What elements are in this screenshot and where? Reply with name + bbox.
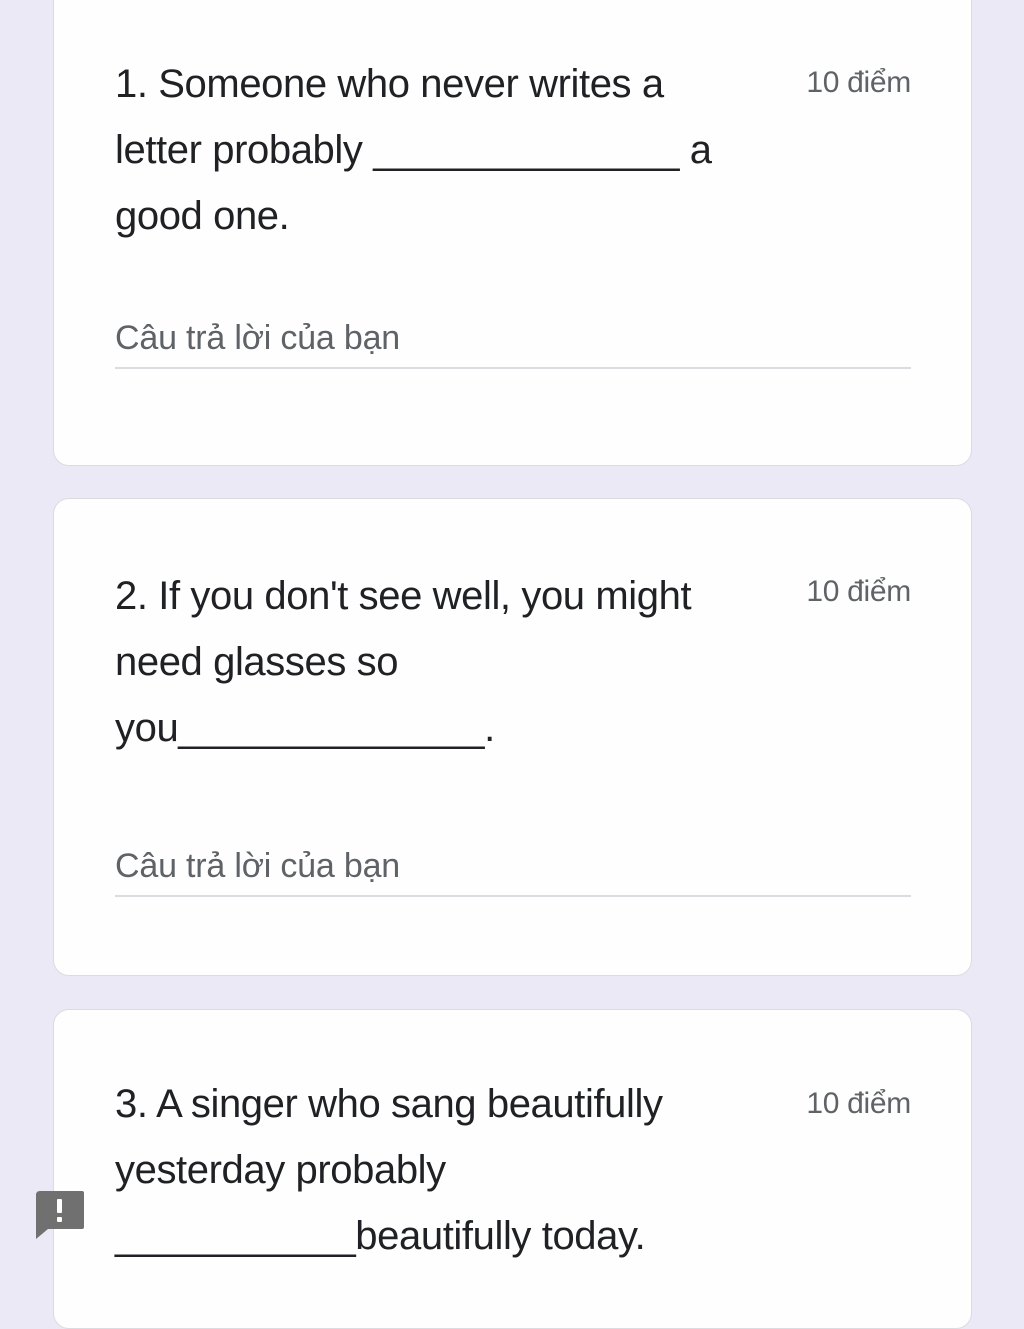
question-text: 1. Someone who never writes a letter pro… — [115, 51, 775, 249]
question-line: need glasses so — [115, 640, 399, 684]
answer-input[interactable]: Câu trả lời của bạn — [115, 843, 911, 897]
report-problem-button[interactable] — [34, 1189, 86, 1241]
points-label: 10 điểm — [806, 1087, 911, 1120]
points-label: 10 điểm — [806, 66, 911, 99]
question-line: 2. If you don't see well, you might — [115, 574, 692, 618]
points-label: 10 điểm — [806, 575, 911, 608]
exclamation-feedback-icon — [36, 1191, 84, 1239]
question-line: 3. A singer who sang beautifully — [115, 1082, 663, 1126]
question-line: 1. Someone who never writes a — [115, 62, 664, 106]
question-line: you______________. — [115, 706, 495, 750]
question-card-1: 1. Someone who never writes a letter pro… — [53, 0, 972, 466]
question-line: yesterday probably — [115, 1148, 446, 1192]
question-line: letter probably ______________ a — [115, 128, 712, 172]
question-text: 2. If you don't see well, you might need… — [115, 563, 775, 761]
answer-placeholder: Câu trả lời của bạn — [115, 847, 400, 885]
answer-input[interactable]: Câu trả lời của bạn — [115, 315, 911, 369]
question-text: 3. A singer who sang beautifully yesterd… — [115, 1071, 775, 1269]
question-card-3: 3. A singer who sang beautifully yesterd… — [53, 1009, 972, 1329]
answer-placeholder: Câu trả lời của bạn — [115, 319, 400, 357]
question-line: ___________beautifully today. — [115, 1214, 646, 1258]
question-line: good one. — [115, 194, 290, 238]
question-card-2: 2. If you don't see well, you might need… — [53, 498, 972, 976]
